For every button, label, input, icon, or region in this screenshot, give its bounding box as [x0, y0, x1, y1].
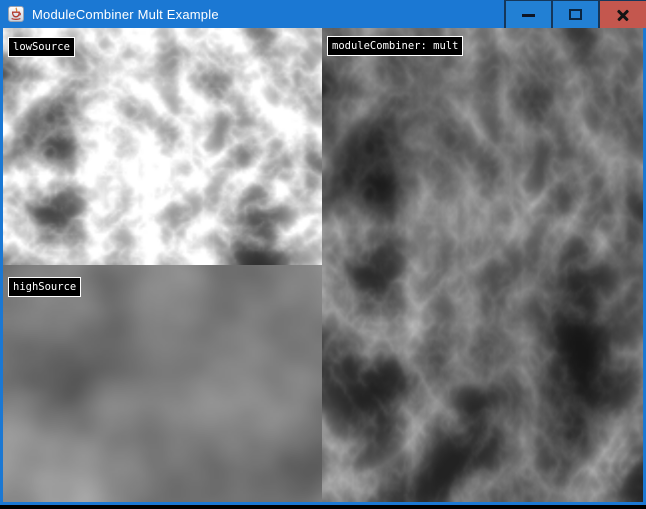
maximize-icon	[569, 9, 582, 20]
high-source-image	[3, 265, 322, 502]
app-window: ModuleCombiner Mult Example lowSource hi…	[0, 0, 646, 505]
java-coffee-cup-icon[interactable]	[8, 6, 24, 22]
high-source-label: highSource	[8, 277, 81, 297]
minimize-icon	[522, 14, 535, 17]
titlebar[interactable]: ModuleCombiner Mult Example	[0, 0, 646, 28]
window-title: ModuleCombiner Mult Example	[32, 7, 219, 22]
window-controls	[504, 0, 646, 28]
minimize-button[interactable]	[504, 0, 551, 28]
combined-image	[322, 28, 643, 502]
maximize-button[interactable]	[551, 0, 598, 28]
combined-label: moduleCombiner: mult	[327, 36, 463, 56]
low-source-image	[3, 28, 322, 265]
close-icon	[616, 8, 630, 22]
close-button[interactable]	[598, 0, 646, 28]
low-source-label: lowSource	[8, 37, 75, 57]
client-area: lowSource highSource moduleCombiner: mul…	[3, 28, 643, 502]
